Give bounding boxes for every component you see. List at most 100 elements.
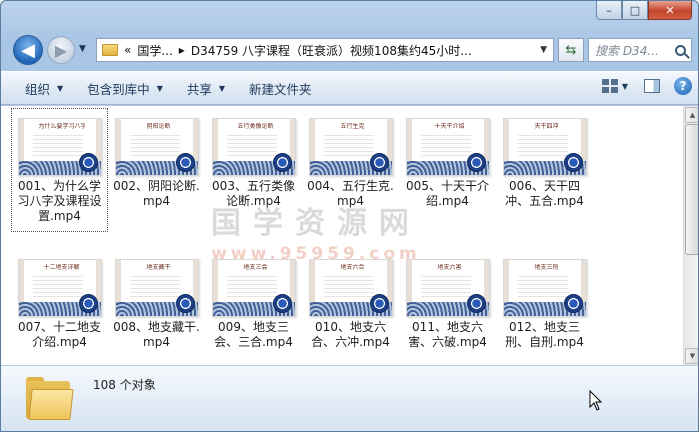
vertical-scrollbar[interactable]: ▲ ▼ (683, 106, 698, 365)
thumbnail-content (226, 276, 277, 298)
thumbnail-title: 阴阳论断 (146, 123, 171, 130)
include-in-library-button[interactable]: 包含到库中 ▼ (75, 76, 175, 100)
view-controls: ▼ ? (601, 77, 692, 95)
thumbnail-content (517, 276, 568, 298)
file-name: 010、地支六合、六冲.mp4 (311, 320, 390, 349)
minimize-button[interactable]: – (596, 1, 622, 20)
video-thumbnail: 五行生克 (308, 118, 393, 176)
video-thumbnail: 地支六合 (308, 259, 393, 317)
thumbnail-title: 十天干介绍 (434, 123, 465, 130)
video-thumbnail: 地支藏干 (114, 259, 199, 317)
thumbnail-content (129, 276, 180, 298)
thumbnail-content (323, 276, 374, 298)
thumbnail-title: 五行生克 (340, 123, 365, 130)
media-player-icon (272, 153, 292, 172)
share-button[interactable]: 共享 ▼ (175, 76, 237, 100)
address-bar[interactable]: « 国学... ▸ D34759 八字课程（旺衰派）视频108集约45小时...… (96, 38, 554, 62)
file-name: 007、十二地支介绍.mp4 (18, 320, 101, 349)
thumbnail-title: 地支三刑 (534, 264, 559, 271)
help-icon[interactable]: ? (674, 77, 692, 95)
include-in-library-label: 包含到库中 (87, 81, 150, 97)
media-player-icon (563, 294, 583, 313)
video-thumbnail: 十二地支详解 (17, 259, 102, 317)
item-count: 108 个对象 (93, 378, 156, 392)
thumbnail-title: 地支三会 (243, 264, 268, 271)
new-folder-label: 新建文件夹 (249, 81, 312, 97)
close-button[interactable]: ✕ (648, 1, 692, 20)
file-item[interactable]: 地支藏干 008、地支藏干.mp4 (108, 249, 205, 365)
search-input[interactable]: 搜索 D34... (588, 38, 692, 62)
view-options-icon[interactable] (601, 79, 618, 93)
file-name: 011、地支六害、六破.mp4 (408, 320, 487, 349)
preview-pane-icon[interactable] (644, 79, 660, 93)
recent-pages-dropdown[interactable]: ▼ (79, 44, 86, 54)
file-name: 008、地支藏干.mp4 (113, 320, 200, 349)
file-item[interactable]: 地支三会 009、地支三会、三合.mp4 (205, 249, 302, 365)
media-player-icon (369, 294, 389, 313)
folder-icon (26, 377, 74, 421)
refresh-icon: ⇆ (565, 42, 577, 58)
thumbnail-content (32, 135, 83, 157)
forward-button[interactable]: ▶ (47, 36, 75, 64)
file-list-area[interactable]: 为什么要学习八字 001、为什么学习八字及课程设置.mp4 阴阳论断 002、阴阳论断… (1, 106, 698, 365)
file-item[interactable]: 五行类像论断 003、五行类像论断.mp4 (205, 108, 302, 249)
file-name: 001、为什么学习八字及课程设置.mp4 (17, 179, 102, 223)
thumbnail-content (420, 276, 471, 298)
maximize-button[interactable]: □ (622, 1, 648, 20)
back-arrow-icon: ◀ (21, 39, 35, 61)
file-item[interactable]: 五行生克 004、五行生克.mp4 (302, 108, 399, 249)
explorer-window: – □ ✕ ◀ ▶ ▼ « 国学... ▸ D34759 八字课程（旺衰派）视频… (0, 0, 699, 432)
thumbnail-title: 地支藏干 (146, 264, 171, 271)
video-thumbnail: 地支六害 (405, 259, 490, 317)
file-item[interactable]: 地支六害 011、地支六害、六破.mp4 (399, 249, 496, 365)
file-item[interactable]: 阴阳论断 002、阴阳论断.mp4 (108, 108, 205, 249)
media-player-icon (78, 294, 98, 313)
share-label: 共享 (186, 81, 212, 97)
chevron-down-icon[interactable]: ▼ (622, 82, 628, 91)
file-name: 003、五行类像论断.mp4 (212, 179, 295, 208)
chevron-down-icon: ▼ (57, 83, 64, 93)
file-item[interactable]: 十天干介绍 005、十天干介绍.mp4 (399, 108, 496, 249)
thumbnail-title: 地支六害 (437, 264, 462, 271)
file-item[interactable]: 为什么要学习八字 001、为什么学习八字及课程设置.mp4 (11, 108, 108, 232)
video-thumbnail: 天干四冲 (502, 118, 587, 176)
thumbnail-title: 十二地支详解 (43, 264, 80, 271)
new-folder-button[interactable]: 新建文件夹 (237, 76, 324, 100)
file-name: 004、五行生克.mp4 (307, 179, 394, 208)
chevron-down-icon[interactable]: ▼ (540, 45, 547, 55)
scroll-thumb[interactable] (685, 124, 698, 255)
organize-button[interactable]: 组织 ▼ (13, 76, 75, 100)
address-segment-parent[interactable]: 国学... (137, 42, 172, 59)
thumbnail-content (226, 135, 277, 157)
media-player-icon (563, 153, 583, 172)
file-item[interactable]: 地支六合 010、地支六合、六冲.mp4 (302, 249, 399, 365)
address-overflow[interactable]: « (124, 43, 131, 57)
scroll-up-button[interactable]: ▲ (685, 107, 698, 123)
media-player-icon (272, 294, 292, 313)
refresh-button[interactable]: ⇆ (558, 38, 584, 62)
scroll-down-button[interactable]: ▼ (685, 348, 698, 364)
thumbnail-content (32, 276, 83, 298)
media-player-icon (466, 294, 486, 313)
thumbnail-content (517, 135, 568, 157)
video-thumbnail: 地支三会 (211, 259, 296, 317)
file-name: 006、天干四冲、五合.mp4 (505, 179, 584, 208)
file-name: 009、地支三会、三合.mp4 (214, 320, 293, 349)
video-thumbnail: 地支三刑 (502, 259, 587, 317)
search-icon[interactable] (675, 44, 686, 56)
file-item[interactable]: 十二地支详解 007、十二地支介绍.mp4 (11, 249, 108, 365)
organize-label: 组织 (25, 81, 51, 97)
address-separator[interactable]: ▸ (179, 43, 185, 57)
thumbnail-title: 天干四冲 (534, 123, 559, 130)
command-bar: 组织 ▼ 包含到库中 ▼ 共享 ▼ 新建文件夹 ▼ ? (1, 71, 698, 105)
media-player-icon (369, 153, 389, 172)
address-segment-current[interactable]: D34759 八字课程（旺衰派）视频108集约45小时... (191, 42, 472, 59)
navigation-bar: ◀ ▶ ▼ « 国学... ▸ D34759 八字课程（旺衰派）视频108集约4… (1, 31, 698, 69)
thumbnail-content (420, 135, 471, 157)
file-item[interactable]: 天干四冲 006、天干四冲、五合.mp4 (496, 108, 593, 249)
thumbnail-title: 为什么要学习八字 (38, 123, 85, 130)
media-player-icon (78, 153, 98, 172)
back-button[interactable]: ◀ (13, 35, 43, 65)
file-name: 012、地支三刑、自刑.mp4 (505, 320, 584, 349)
file-item[interactable]: 地支三刑 012、地支三刑、自刑.mp4 (496, 249, 593, 365)
